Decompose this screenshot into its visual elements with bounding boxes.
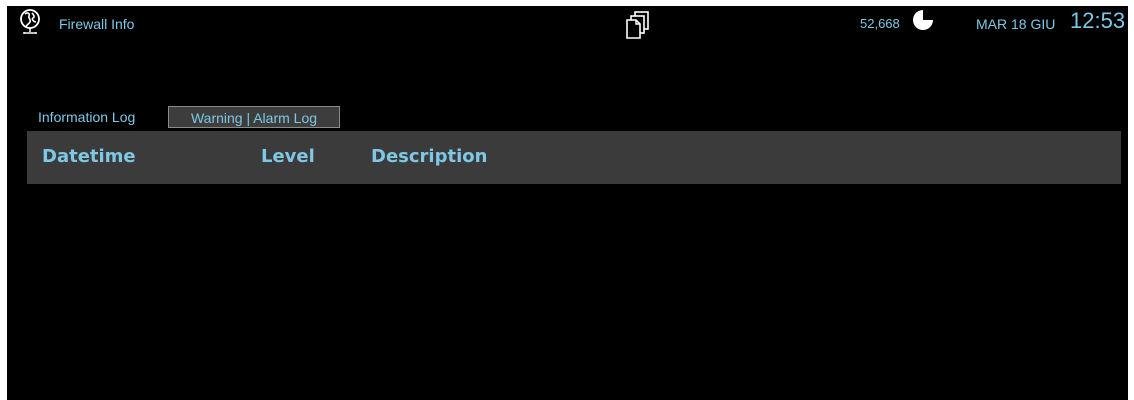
tab-information-log[interactable]: Information Log — [38, 106, 135, 128]
pages-icon[interactable] — [625, 10, 653, 40]
counter-value: 52,668 — [860, 16, 900, 31]
column-header-level[interactable]: Level — [261, 146, 315, 167]
date-display: MAR 18 GIU — [976, 16, 1056, 32]
column-header-description[interactable]: Description — [371, 146, 487, 167]
tab-warning-alarm-log[interactable]: Warning | Alarm Log — [168, 106, 340, 128]
app-title: Firewall Info — [59, 16, 135, 32]
firewall-info-screen: Firewall Info 52,668 MAR 18 GIU 12:53 In… — [7, 6, 1128, 400]
column-header-datetime[interactable]: Datetime — [42, 146, 136, 167]
log-table-header: Datetime Level Description — [27, 131, 1121, 184]
time-display: 12:53 — [1070, 8, 1126, 33]
moon-icon — [913, 10, 933, 30]
log-table-body — [27, 184, 1121, 394]
globe-icon — [20, 9, 40, 34]
